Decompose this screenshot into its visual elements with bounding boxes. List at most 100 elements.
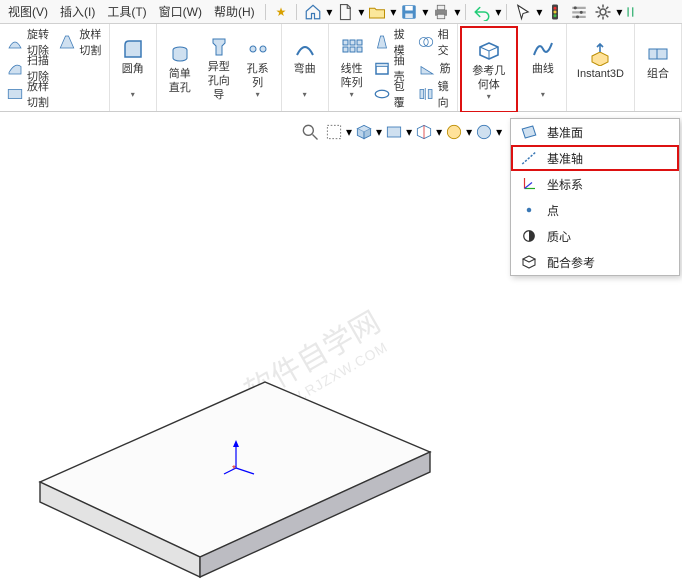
ribbon-group-cut: 旋转切除 扫描切除 放样切割 放样切割 <box>0 24 110 111</box>
wrap-button[interactable]: 包覆 <box>371 81 409 107</box>
scene-icon[interactable] <box>442 120 466 144</box>
combine-label: 组合 <box>647 67 669 95</box>
draft-icon <box>373 32 391 52</box>
home-icon[interactable] <box>302 2 324 22</box>
point-icon <box>519 200 539 220</box>
fillet-dropdown[interactable]: ▾ <box>131 90 135 99</box>
menu-item-point[interactable]: 点 <box>511 197 679 223</box>
point-label: 点 <box>547 202 559 219</box>
intersect-label: 相交 <box>438 26 451 58</box>
gear-dropdown[interactable]: ▾ <box>615 5 623 19</box>
ribbon-group-instant3d: Instant3D <box>567 24 635 111</box>
new-doc-dropdown[interactable]: ▾ <box>357 5 365 19</box>
appearance-dropdown[interactable]: ▾ <box>496 125 502 139</box>
menubar-sep3 <box>465 4 466 20</box>
save-dropdown[interactable]: ▾ <box>421 5 429 19</box>
svg-text:*: * <box>232 464 236 475</box>
linear-pattern-icon <box>339 36 365 62</box>
hole-series-dropdown[interactable]: ▾ <box>256 90 260 99</box>
hole-series-label: 孔系列 <box>245 62 271 90</box>
gear-icon[interactable] <box>592 2 614 22</box>
hole-series-icon <box>245 36 271 62</box>
loft-cut2-icon <box>6 84 24 104</box>
curves-label: 曲线 <box>532 62 554 90</box>
ribbon: 旋转切除 扫描切除 放样切割 放样切割 圆角 ▾ <box>0 24 682 112</box>
menu-window[interactable]: 窗口(W) <box>153 1 208 22</box>
curves-button[interactable]: 曲线 ▾ <box>524 34 562 101</box>
menubar-sep2 <box>296 4 297 20</box>
instant3d-icon <box>587 41 613 67</box>
sweep-cut-icon <box>6 58 24 78</box>
hole-wizard-button[interactable]: 异型孔向导 <box>199 32 239 104</box>
loft-cut-icon <box>58 32 76 52</box>
traffic-light-icon[interactable] <box>544 2 566 22</box>
section-view-icon[interactable] <box>412 120 436 144</box>
new-doc-icon[interactable] <box>334 2 356 22</box>
menu-item-axis[interactable]: 基准轴 <box>511 145 679 171</box>
menu-tools[interactable]: 工具(T) <box>101 1 152 22</box>
options-icon[interactable] <box>568 2 590 22</box>
linear-pattern-dropdown[interactable]: ▾ <box>350 90 354 99</box>
toggle-icon[interactable] <box>624 2 638 22</box>
hole-wizard-label: 异型孔向导 <box>205 60 233 102</box>
linear-pattern-label: 线性阵列 <box>339 62 365 90</box>
linear-pattern-button[interactable]: 线性阵列 ▾ <box>333 34 371 101</box>
wrap-label: 包覆 <box>394 78 407 110</box>
mirror-button[interactable]: 镜向 <box>415 81 453 107</box>
cursor-dropdown[interactable]: ▾ <box>535 5 543 19</box>
undo-icon[interactable] <box>471 2 493 22</box>
axis-icon <box>519 148 539 168</box>
ribbon-group-combine: 组合 <box>635 24 682 111</box>
loft-cut2-button[interactable]: 放样切割 <box>4 81 52 107</box>
hole-series-button[interactable]: 孔系列 ▾ <box>239 34 277 101</box>
rib-label: 筋 <box>440 60 451 76</box>
intersect-button[interactable]: 相交 <box>415 29 453 55</box>
bend-button[interactable]: 弯曲 ▾ <box>286 34 324 101</box>
menu-view[interactable]: 视图(V) <box>2 1 54 22</box>
menu-help[interactable]: 帮助(H) <box>208 1 261 22</box>
combine-button[interactable]: 组合 <box>639 39 677 97</box>
plane-label: 基准面 <box>547 124 583 141</box>
fillet-button[interactable]: 圆角 ▾ <box>114 34 152 101</box>
view-orientation-icon[interactable] <box>352 120 376 144</box>
bend-dropdown[interactable]: ▾ <box>303 90 307 99</box>
menu-item-plane[interactable]: 基准面 <box>511 119 679 145</box>
mate-reference-icon <box>519 252 539 272</box>
open-dropdown[interactable]: ▾ <box>389 5 397 19</box>
appearance-icon[interactable] <box>472 120 496 144</box>
undo-dropdown[interactable]: ▾ <box>494 5 502 19</box>
reference-geometry-dropdown[interactable]: ▾ <box>487 92 491 101</box>
open-folder-icon[interactable] <box>366 2 388 22</box>
home-dropdown[interactable]: ▾ <box>325 5 333 19</box>
com-label: 质心 <box>547 228 571 245</box>
simple-hole-button[interactable]: 简单直孔 <box>161 39 199 97</box>
curves-dropdown[interactable]: ▾ <box>541 90 545 99</box>
save-icon[interactable] <box>398 2 420 22</box>
menu-item-csys[interactable]: 坐标系 <box>511 171 679 197</box>
zoom-fit-icon[interactable] <box>298 120 322 144</box>
ribbon-group-refgeo: 参考几何体 ▾ <box>460 26 518 113</box>
cursor-icon[interactable] <box>512 2 534 22</box>
menu-insert[interactable]: 插入(I) <box>54 1 101 22</box>
center-of-mass-icon <box>519 226 539 246</box>
print-icon[interactable] <box>430 2 452 22</box>
ribbon-group-curves: 曲线 ▾ <box>520 24 567 111</box>
ribbon-group-fillet: 圆角 ▾ <box>110 24 157 111</box>
combine-icon <box>645 41 671 67</box>
origin-triad[interactable]: * <box>222 438 262 478</box>
menu-item-com[interactable]: 质心 <box>511 223 679 249</box>
view-toolbar: ▾ ▾ ▾ ▾ ▾ ▾ <box>298 118 502 146</box>
reference-geometry-label: 参考几何体 <box>472 64 506 92</box>
csys-label: 坐标系 <box>547 176 583 193</box>
reference-geometry-button[interactable]: 参考几何体 ▾ <box>466 36 512 103</box>
zoom-area-icon[interactable] <box>322 120 346 144</box>
instant3d-button[interactable]: Instant3D <box>571 39 630 97</box>
menu-item-mate-reference[interactable]: 配合参考 <box>511 249 679 275</box>
menubar-sep <box>265 4 266 20</box>
display-style-icon[interactable] <box>382 120 406 144</box>
hole-wizard-icon <box>206 34 232 60</box>
reference-geometry-menu: 基准面 基准轴 坐标系 点 质心 配合参考 <box>510 118 680 276</box>
loft-cut-button[interactable]: 放样切割 <box>56 29 104 55</box>
print-dropdown[interactable]: ▾ <box>453 5 461 19</box>
favorite-icon[interactable]: ★ <box>276 5 287 19</box>
